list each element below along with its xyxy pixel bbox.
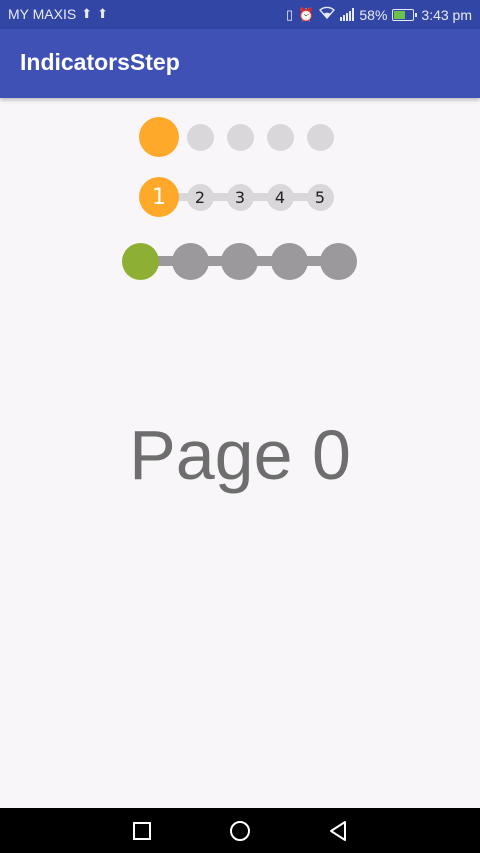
connected-step-dot[interactable] [171, 242, 209, 280]
indicator-dot[interactable] [226, 123, 254, 151]
connected-step-dot[interactable] [121, 242, 159, 280]
step-number-label: 5 [314, 187, 326, 207]
step-number-label: 1 [152, 184, 166, 210]
carrier-label: MY MAXIS [8, 6, 77, 22]
alarm-icon: ⏰ [298, 6, 315, 22]
vibrate-icon: ▯ [286, 6, 294, 22]
connected-step-indicator [0, 239, 480, 283]
battery-fill [394, 10, 405, 19]
signal-icon [340, 8, 355, 21]
home-button[interactable] [228, 819, 252, 843]
step-number-label: 4 [274, 187, 286, 207]
indicator-dot[interactable] [186, 123, 214, 151]
step-number-dot[interactable]: 2 [186, 183, 214, 211]
indicator-dot[interactable] [139, 117, 179, 157]
connected-step-dot[interactable] [270, 242, 308, 280]
step-number-label: 2 [194, 187, 206, 207]
status-right: ▯ ⏰ 58% 3:43 pm [286, 6, 472, 23]
wifi-icon [319, 6, 336, 23]
usb-icon: ⬆ [81, 6, 93, 21]
battery-icon [392, 8, 418, 21]
step-number-dot[interactable]: 5 [306, 183, 334, 211]
recents-button[interactable] [130, 819, 154, 843]
status-bar: MY MAXIS ⬆ ⬆ ▯ ⏰ 58% 3:43 pm [0, 0, 480, 29]
step-number-dot[interactable]: 4 [266, 183, 294, 211]
app-bar: IndicatorsStep [0, 29, 480, 98]
step-number-label: 3 [234, 187, 246, 207]
battery-percent: 58% [359, 6, 388, 23]
indicator-dot[interactable] [266, 123, 294, 151]
usb-icon: ⬆ [97, 6, 109, 21]
connected-step-dot[interactable] [220, 242, 258, 280]
screen: MY MAXIS ⬆ ⬆ ▯ ⏰ 58% 3:43 pm IndicatorsS… [0, 0, 480, 853]
app-title: IndicatorsStep [20, 49, 180, 75]
status-left: MY MAXIS ⬆ ⬆ [8, 6, 108, 22]
triangle-back-icon [330, 821, 346, 841]
step-number-dot[interactable]: 1 [139, 177, 179, 217]
connected-step-dot[interactable] [319, 242, 357, 280]
square-icon [133, 822, 151, 840]
back-button[interactable] [326, 819, 350, 843]
navigation-bar [0, 808, 480, 853]
status-time: 3:43 pm [421, 6, 472, 23]
step-number-dot[interactable]: 3 [226, 183, 254, 211]
page-title: Page 0 [129, 416, 351, 494]
circle-icon [230, 821, 250, 841]
numbered-step-indicator: 1 2 3 4 5 [0, 175, 480, 219]
indicator-dot[interactable] [306, 123, 334, 151]
dots-indicator [0, 115, 480, 159]
